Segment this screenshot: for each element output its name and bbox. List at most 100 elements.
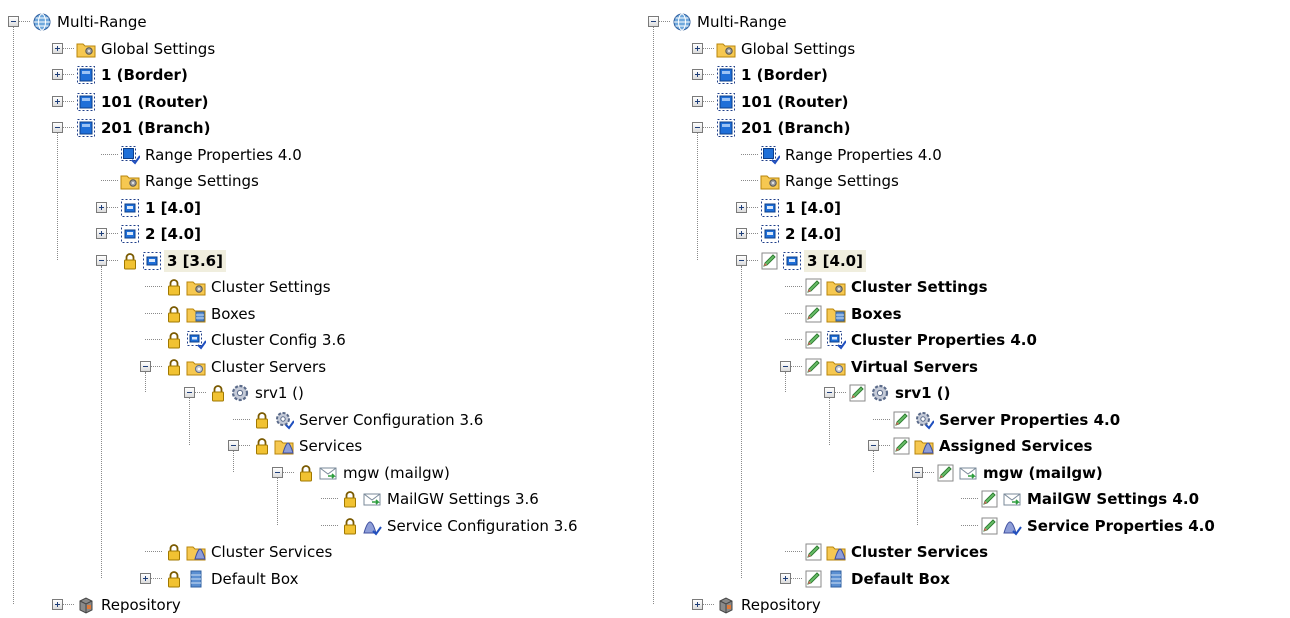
tree-node-mgw-mailgw[interactable]: mgw (mailgw) [0,460,640,486]
expand-toggle[interactable] [96,201,107,213]
tree-node-label[interactable]: Range Settings [782,170,902,192]
tree-node-repository[interactable]: Repository [0,592,640,618]
tree-node-range-settings[interactable]: Range Settings [640,168,1280,194]
tree-node-label[interactable]: 2 [4.0] [142,223,204,245]
tree-node-label[interactable]: Cluster Config 3.6 [208,329,349,351]
tree-node-default-box[interactable]: Default Box [640,566,1280,592]
expand-toggle[interactable] [52,42,63,54]
tree-node-global-settings[interactable]: Global Settings [0,36,640,62]
collapse-toggle[interactable] [8,16,19,27]
tree-node-srv1[interactable]: srv1 () [640,380,1280,406]
tree-node-label[interactable]: Global Settings [98,38,218,60]
tree-node-label[interactable]: Repository [738,594,824,616]
collapse-toggle[interactable] [96,254,107,266]
tree-node-assigned-services[interactable]: Assigned Services [640,433,1280,459]
collapse-toggle[interactable] [228,440,239,451]
tree-node-label[interactable]: Default Box [208,568,301,590]
tree-node-201-branch[interactable]: 201 (Branch) [0,115,640,141]
tree-node-server-properties-4-0[interactable]: Server Properties 4.0 [640,407,1280,433]
tree-node-mailgw-settings-4-0[interactable]: MailGW Settings 4.0 [640,486,1280,512]
tree-node-label[interactable]: 1 [4.0] [142,197,204,219]
tree-node-label[interactable]: Assigned Services [936,435,1095,457]
tree-node-label[interactable]: Repository [98,594,184,616]
tree-node-101-router[interactable]: 101 (Router) [640,89,1280,115]
tree-node-3-4-0[interactable]: 3 [4.0] [640,248,1280,274]
tree-node-3-3-6[interactable]: 3 [3.6] [0,248,640,274]
tree-node-label[interactable]: Cluster Settings [848,276,991,298]
tree-node-label[interactable]: 101 (Router) [98,91,212,113]
tree-node-label[interactable]: Boxes [848,303,905,325]
tree-node-label[interactable]: Services [296,435,365,457]
tree-node-label[interactable]: 101 (Router) [738,91,852,113]
tree-node-1-border[interactable]: 1 (Border) [0,62,640,88]
expand-toggle[interactable] [52,69,63,80]
tree-node-label[interactable]: Cluster Properties 4.0 [848,329,1040,351]
collapse-toggle[interactable] [736,254,747,266]
collapse-toggle[interactable] [184,387,195,398]
expand-toggle[interactable] [692,599,703,610]
tree-node-label[interactable]: MailGW Settings 4.0 [1024,488,1202,510]
tree-node-label[interactable]: Default Box [848,568,953,590]
tree-node-1-4-0[interactable]: 1 [4.0] [0,195,640,221]
tree-node-1-border[interactable]: 1 (Border) [640,62,1280,88]
tree-node-label[interactable]: Range Properties 4.0 [782,144,945,166]
tree-node-201-branch[interactable]: 201 (Branch) [640,115,1280,141]
tree-node-label[interactable]: 3 [3.6] [164,249,226,272]
tree-node-server-configuration-3-6[interactable]: Server Configuration 3.6 [0,407,640,433]
tree-node-default-box[interactable]: Default Box [0,566,640,592]
tree-node-srv1[interactable]: srv1 () [0,380,640,406]
collapse-toggle[interactable] [912,466,923,478]
expand-toggle[interactable] [52,599,63,610]
tree-node-range-settings[interactable]: Range Settings [0,168,640,194]
tree-node-label[interactable]: 1 (Border) [738,64,831,86]
tree-node-label[interactable]: Range Properties 4.0 [142,144,305,166]
expand-toggle[interactable] [692,69,703,80]
tree-node-global-settings[interactable]: Global Settings [640,36,1280,62]
tree-node-label[interactable]: Multi-Range [54,11,150,33]
tree-node-label[interactable]: Cluster Services [848,541,991,563]
tree-node-repository[interactable]: Repository [640,592,1280,618]
expand-toggle[interactable] [692,95,703,107]
tree-node-label[interactable]: srv1 () [892,382,953,404]
collapse-toggle[interactable] [52,122,63,133]
expand-toggle[interactable] [692,42,703,54]
tree-node-label[interactable]: mgw (mailgw) [980,462,1106,484]
tree-node-cluster-services[interactable]: Cluster Services [640,539,1280,565]
tree-node-label[interactable]: 201 (Branch) [98,117,213,139]
collapse-toggle[interactable] [868,440,879,451]
tree-node-cluster-settings[interactable]: Cluster Settings [640,274,1280,300]
tree-node-cluster-properties-4-0[interactable]: Cluster Properties 4.0 [640,327,1280,353]
tree-node-range-properties-4-0[interactable]: Range Properties 4.0 [640,142,1280,168]
tree-node-label[interactable]: 2 [4.0] [782,223,844,245]
tree-node-cluster-servers[interactable]: Cluster Servers [0,354,640,380]
expand-toggle[interactable] [736,228,747,239]
tree-node-virtual-servers[interactable]: Virtual Servers [640,354,1280,380]
tree-node-1-4-0[interactable]: 1 [4.0] [640,195,1280,221]
tree-node-label[interactable]: Service Properties 4.0 [1024,515,1218,537]
expand-toggle[interactable] [780,572,791,584]
tree-node-multi-range[interactable]: Multi-Range [0,9,640,35]
tree-node-service-properties-4-0[interactable]: Service Properties 4.0 [640,513,1280,539]
tree-node-label[interactable]: Server Properties 4.0 [936,409,1123,431]
tree-node-label[interactable]: Multi-Range [694,11,790,33]
tree-node-2-4-0[interactable]: 2 [4.0] [640,221,1280,247]
tree-node-label[interactable]: 1 (Border) [98,64,191,86]
tree-node-label[interactable]: 1 [4.0] [782,197,844,219]
tree-node-boxes[interactable]: Boxes [640,301,1280,327]
tree-node-multi-range[interactable]: Multi-Range [640,9,1280,35]
tree-node-label[interactable]: Service Configuration 3.6 [384,515,581,537]
collapse-toggle[interactable] [140,360,151,372]
tree-node-label[interactable]: Cluster Settings [208,276,334,298]
tree-node-label[interactable]: Server Configuration 3.6 [296,409,486,431]
tree-node-mgw-mailgw[interactable]: mgw (mailgw) [640,460,1280,486]
tree-node-label[interactable]: 3 [4.0] [804,249,866,272]
tree-node-label[interactable]: Boxes [208,303,258,325]
tree-node-cluster-services[interactable]: Cluster Services [0,539,640,565]
tree-node-label[interactable]: srv1 () [252,382,307,404]
tree-node-101-router[interactable]: 101 (Router) [0,89,640,115]
collapse-toggle[interactable] [272,466,283,478]
collapse-toggle[interactable] [692,122,703,133]
tree-node-label[interactable]: Cluster Services [208,541,335,563]
tree-node-services[interactable]: Services [0,433,640,459]
tree-node-mailgw-settings-3-6[interactable]: MailGW Settings 3.6 [0,486,640,512]
